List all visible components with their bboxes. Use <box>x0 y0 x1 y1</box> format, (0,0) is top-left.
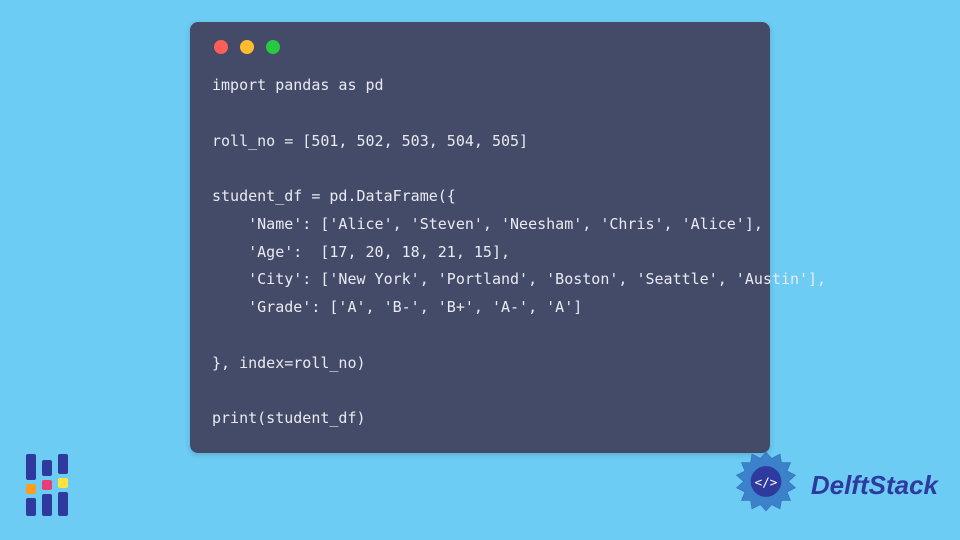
maximize-icon <box>266 40 280 54</box>
brand-name: DelftStack <box>811 470 938 501</box>
brand-medallion-icon: </> <box>731 450 801 520</box>
window-traffic-lights <box>212 40 748 54</box>
close-icon <box>214 40 228 54</box>
brand-logo: </> DelftStack <box>731 450 938 520</box>
code-window: import pandas as pd roll_no = [501, 502,… <box>190 22 770 453</box>
svg-text:</>: </> <box>754 474 777 489</box>
left-logo-icon <box>26 454 86 516</box>
minimize-icon <box>240 40 254 54</box>
code-block: import pandas as pd roll_no = [501, 502,… <box>212 72 748 433</box>
